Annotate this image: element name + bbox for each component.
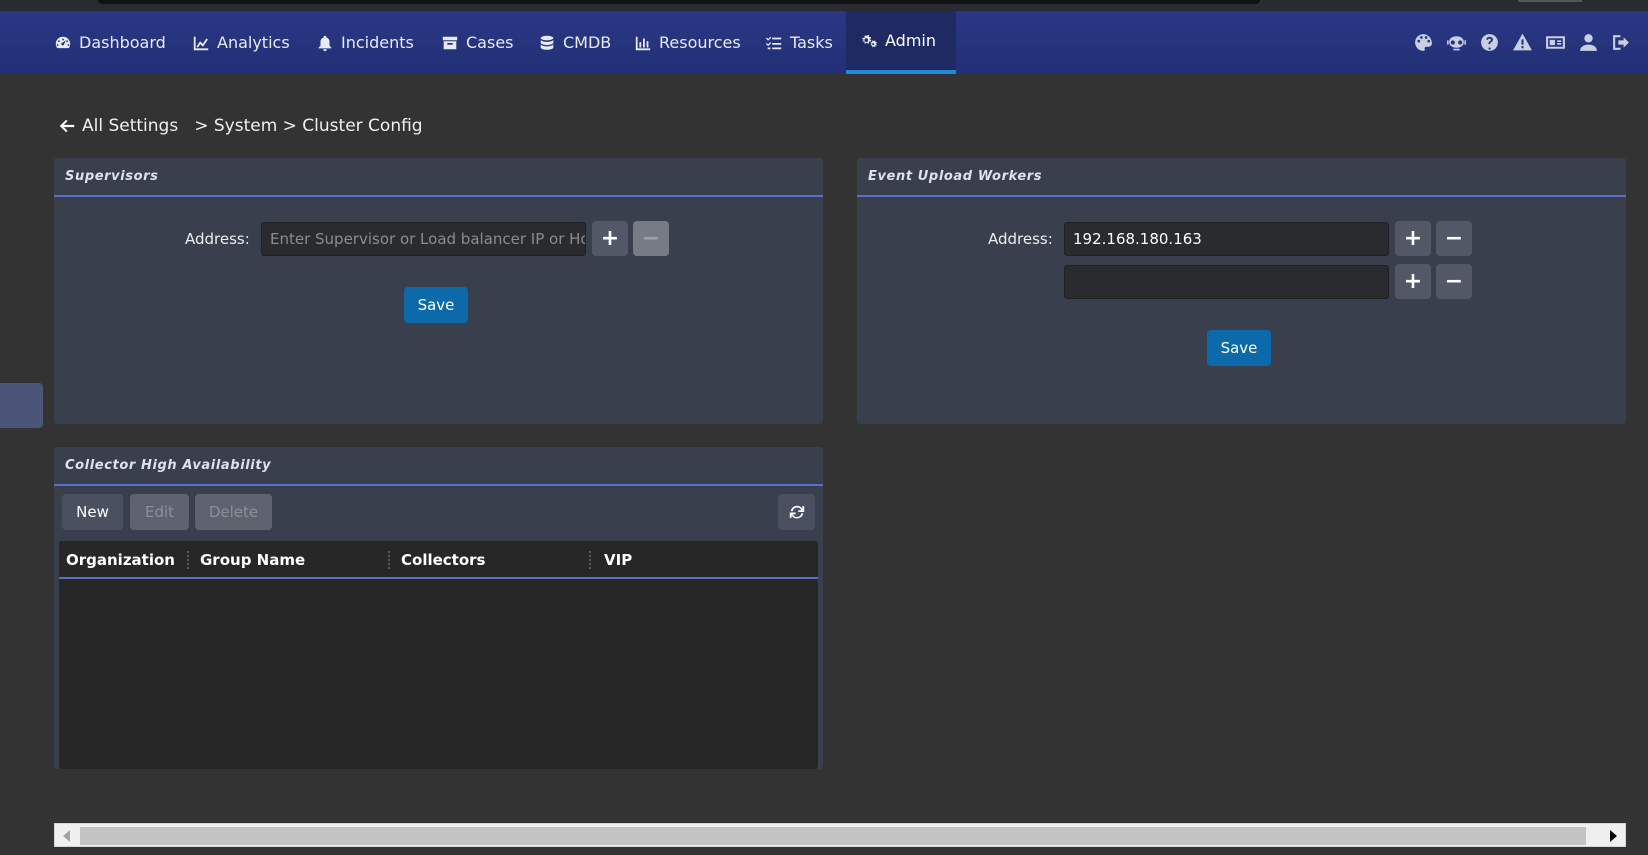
nav-analytics[interactable]: Analytics (192, 11, 290, 74)
archive-icon (442, 36, 458, 49)
chart-icon (193, 36, 209, 50)
nav-admin-label: Admin (885, 31, 936, 50)
nav-tasks[interactable]: Tasks (765, 11, 833, 74)
new-button[interactable]: New (62, 494, 123, 530)
column-organization[interactable]: Organization (66, 541, 175, 579)
bell-icon (318, 35, 332, 51)
warning-icon[interactable] (1511, 32, 1533, 54)
table-body (59, 579, 818, 767)
top-navbar: Dashboard Analytics Incidents Cases CMDB… (0, 11, 1648, 74)
minus-icon: − (1444, 226, 1464, 251)
bar-chart-icon (635, 36, 651, 50)
robot-icon[interactable] (1445, 32, 1467, 54)
workers-panel-title: Event Upload Workers (857, 158, 1626, 197)
scrollbar-thumb[interactable] (80, 827, 1586, 845)
browser-control-edge (1518, 0, 1582, 2)
column-vip[interactable]: VIP (604, 541, 632, 579)
column-resize-handle[interactable] (187, 551, 189, 569)
supervisors-panel-title: Supervisors (54, 158, 823, 197)
user-icon[interactable] (1577, 32, 1599, 54)
scroll-right-arrow-icon[interactable] (1610, 830, 1617, 842)
plus-icon: + (1403, 226, 1423, 251)
help-icon[interactable] (1478, 32, 1500, 54)
worker-address-input-1[interactable]: 192.168.180.163 (1064, 221, 1389, 256)
event-upload-workers-panel: Event Upload Workers Address: 192.168.18… (857, 158, 1626, 424)
nav-cases[interactable]: Cases (441, 11, 514, 74)
nav-analytics-label: Analytics (217, 33, 290, 52)
column-resize-handle[interactable] (388, 551, 390, 569)
tasks-icon (765, 36, 782, 49)
nav-incidents-label: Incidents (341, 33, 414, 52)
supervisor-address-label: Address: (185, 229, 250, 248)
remove-worker-button-1[interactable]: − (1436, 221, 1472, 256)
supervisors-panel: Supervisors Address: Enter Supervisor or… (54, 158, 823, 424)
refresh-button[interactable] (778, 494, 815, 530)
refresh-icon (789, 505, 804, 519)
arrow-left-icon[interactable] (58, 117, 76, 135)
database-icon (540, 35, 554, 50)
edit-button[interactable]: Edit (130, 494, 189, 530)
supervisors-save-button[interactable]: Save (404, 287, 468, 323)
add-worker-button-2[interactable]: + (1395, 264, 1431, 299)
nav-cmdb[interactable]: CMDB (538, 11, 611, 74)
collector-ha-panel-title: Collector High Availability (54, 447, 823, 486)
plus-icon: + (600, 226, 620, 251)
nav-admin[interactable]: Admin (846, 11, 956, 74)
logout-icon[interactable] (1610, 32, 1632, 54)
delete-button[interactable]: Delete (195, 494, 272, 530)
side-panel-tab[interactable] (0, 383, 43, 428)
worker-address-label: Address: (988, 229, 1053, 248)
remove-worker-button-2[interactable]: − (1436, 264, 1472, 299)
horizontal-scrollbar[interactable] (54, 823, 1626, 847)
id-card-icon[interactable] (1544, 32, 1566, 54)
column-group-name[interactable]: Group Name (200, 541, 305, 579)
palette-icon[interactable] (1412, 32, 1434, 54)
worker-address-row-2: + − (1064, 264, 1472, 299)
supervisor-address-row: Address: Enter Supervisor or Load balanc… (185, 221, 669, 256)
minus-icon: − (641, 226, 661, 251)
remove-supervisor-button[interactable]: − (633, 221, 669, 256)
nav-tasks-label: Tasks (790, 33, 833, 52)
add-worker-button-1[interactable]: + (1395, 221, 1431, 256)
plus-icon: + (1403, 269, 1423, 294)
nav-cases-label: Cases (466, 33, 514, 52)
address-bar-edge (98, 0, 1260, 4)
gears-icon (862, 34, 877, 47)
worker-address-input-2[interactable] (1064, 264, 1389, 299)
breadcrumb: All Settings > System > Cluster Config (58, 116, 423, 136)
scroll-left-arrow-icon[interactable] (63, 830, 70, 842)
workers-save-button[interactable]: Save (1207, 330, 1271, 366)
dashboard-icon (55, 36, 71, 48)
column-collectors[interactable]: Collectors (401, 541, 485, 579)
nav-resources[interactable]: Resources (634, 11, 741, 74)
collector-ha-table: Organization Group Name Collectors VIP (59, 541, 818, 769)
add-supervisor-button[interactable]: + (592, 221, 628, 256)
nav-cmdb-label: CMDB (563, 33, 612, 52)
browser-top-strip (0, 0, 1648, 11)
nav-resources-label: Resources (659, 33, 741, 52)
nav-right-icons (1412, 11, 1632, 74)
nav-dashboard-label: Dashboard (79, 33, 166, 52)
nav-dashboard[interactable]: Dashboard (54, 11, 166, 74)
minus-icon: − (1444, 269, 1464, 294)
nav-incidents[interactable]: Incidents (316, 11, 414, 74)
column-resize-handle[interactable] (589, 551, 591, 569)
worker-address-row-1: Address: 192.168.180.163 + − (988, 221, 1472, 256)
breadcrumb-path: > System > Cluster Config (194, 116, 423, 136)
table-header: Organization Group Name Collectors VIP (59, 541, 818, 579)
collector-ha-panel: Collector High Availability New Edit Del… (54, 447, 823, 769)
back-all-settings-link[interactable]: All Settings (82, 116, 178, 136)
supervisor-address-input[interactable]: Enter Supervisor or Load balancer IP or … (261, 221, 586, 256)
